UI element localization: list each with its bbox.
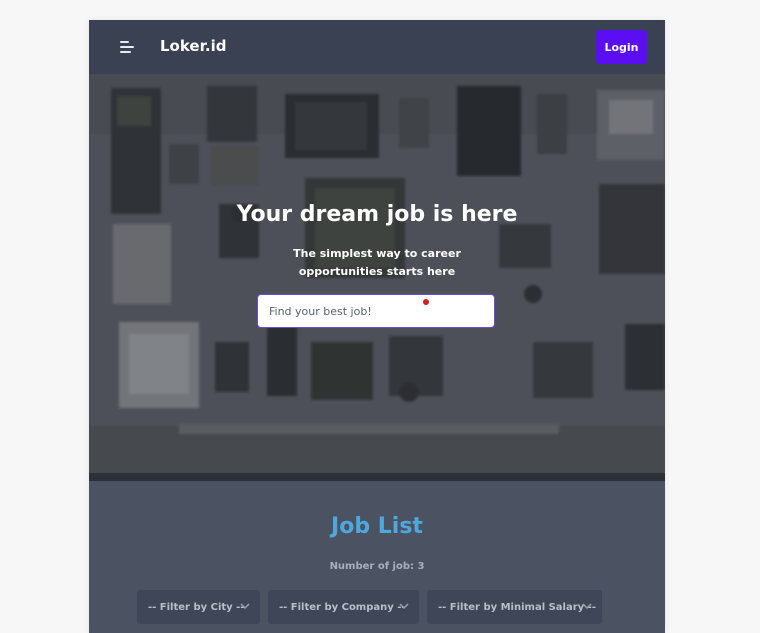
chevron-down-icon <box>399 603 409 610</box>
chevron-down-icon <box>240 603 250 610</box>
hero-divider <box>89 473 665 481</box>
filter-city-label: -- Filter by City -- <box>148 601 245 613</box>
chevron-down-icon <box>582 603 592 610</box>
login-button[interactable]: Login <box>596 30 647 64</box>
job-search-input[interactable] <box>257 294 495 328</box>
job-count-text: Number of job: 3 <box>329 561 425 572</box>
brand-logo-text[interactable]: Loker.id <box>160 37 226 55</box>
app-container: Loker.id Login Your dream job is here Th… <box>89 20 665 633</box>
hero-title: Your dream job is here <box>236 202 518 227</box>
filter-salary-label: -- Filter by Minimal Salary -- <box>438 601 596 613</box>
job-list-title: Job List <box>331 514 423 539</box>
pointer-marker <box>423 299 429 305</box>
filter-company-label: -- Filter by Company -- <box>279 601 406 613</box>
hero-banner: Your dream job is here The simplest way … <box>89 74 665 481</box>
filter-company-select[interactable]: -- Filter by Company -- <box>267 589 420 625</box>
hamburger-menu-icon[interactable] <box>120 41 134 53</box>
filter-city-select[interactable]: -- Filter by City -- <box>136 589 261 625</box>
filter-salary-select[interactable]: -- Filter by Minimal Salary -- <box>426 589 603 625</box>
job-list-section: Job List Number of job: 3 -- Filter by C… <box>89 481 665 633</box>
hero-subtitle: The simplest way to career opportunities… <box>293 247 461 278</box>
navbar: Loker.id Login <box>89 20 665 74</box>
